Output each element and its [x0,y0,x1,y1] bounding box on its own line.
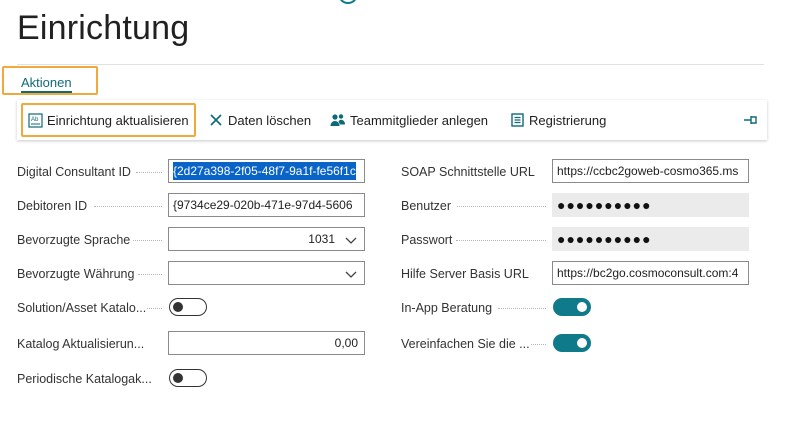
field-label: In-App Beratung [401,301,493,315]
field-label: Hilfe Server Basis URL [401,267,529,281]
field-benutzer: Benutzer [401,193,451,219]
field-in-app: In-App Beratung [401,295,492,321]
field-bevorzugte-sprache: Bevorzugte Sprache [17,227,130,253]
label-dots [457,206,546,207]
field-bevorzugte-waehrung: Bevorzugte Währung [17,261,134,287]
title-divider [17,64,764,65]
label-dots [456,240,546,241]
label-dots [147,308,162,309]
field-vereinfachen: Vereinfachen Sie die ... [401,331,530,357]
field-label: Passwort [401,233,453,247]
help-server-url-input[interactable]: https://bc2go.cosmoconsult.com:4 [552,261,749,285]
top-decoration [338,0,358,4]
pin-button[interactable] [743,100,763,140]
field-solution-asset: Solution/Asset Katalo... [17,295,146,321]
simplify-toggle[interactable] [553,334,591,352]
field-label: Debitoren ID [17,199,88,213]
input-value: {9734ce29-020b-471e-97d4-5606 [173,198,353,212]
chevron-down-icon [345,271,357,278]
registration-label: Registrierung [529,112,607,128]
currency-select[interactable] [168,261,365,285]
toggle-knob [173,302,183,312]
toggle-knob [577,302,587,312]
field-soap-url: SOAP Schnittstelle URL [401,159,535,185]
catalog-update-input[interactable]: 0,00 [168,331,365,355]
select-value: 1031 [308,232,335,246]
field-label: Digital Consultant ID [17,165,131,179]
field-passwort: Passwort [401,227,452,253]
field-debitoren-id: Debitoren ID [17,193,87,219]
tab-actions[interactable]: Aktionen [21,75,72,93]
create-team-members-label: Teammitglieder anlegen [350,112,489,128]
field-periodische: Periodische Katalogak... [17,366,152,392]
field-label: Solution/Asset Katalo... [17,301,147,315]
field-label: Vereinfachen Sie die ... [401,337,530,351]
input-value: 0,00 [334,336,358,350]
field-label: SOAP Schnittstelle URL [401,165,535,179]
field-label: Bevorzugte Sprache [17,233,131,247]
page-title: Einrichtung [17,9,190,47]
periodic-catalog-toggle[interactable] [169,369,207,387]
label-dots [94,206,162,207]
field-label: Bevorzugte Währung [17,267,135,281]
label-dots [138,274,162,275]
field-label: Periodische Katalogak... [17,372,152,386]
selected-value: {2d27a398-2f05-48f7-9a1f-fe56f1c [173,162,356,180]
register-icon [509,112,525,128]
field-label: Benutzer [401,199,452,213]
input-value: https://bc2go.cosmoconsult.com:4 [557,266,739,280]
in-app-consulting-toggle[interactable] [553,298,591,316]
label-dots [498,308,546,309]
delete-data-label: Daten löschen [228,112,312,128]
toggle-knob [577,338,587,348]
toggle-knob [173,373,183,383]
field-hilfe-url: Hilfe Server Basis URL [401,261,529,287]
language-select[interactable]: 1031 [168,227,365,251]
registration-button[interactable]: Registrierung [509,100,606,140]
delete-x-icon [208,112,224,128]
label-dots [531,344,546,345]
field-label: Katalog Aktualisierun... [17,337,145,351]
solution-asset-toggle[interactable] [169,298,207,316]
masked-value: ●●●●●●●●●● [557,231,652,247]
label-dots [133,240,162,241]
label-dots [136,172,162,173]
delete-data-button[interactable]: Daten löschen [208,100,311,140]
pin-icon [743,112,759,128]
input-value: https://ccbc2goweb-cosmo365.ms [557,164,739,178]
digital-consultant-id-input[interactable]: {2d27a398-2f05-48f7-9a1f-fe56f1c [168,159,365,183]
password-field: ●●●●●●●●●● [552,227,749,251]
soap-url-input[interactable]: https://ccbc2goweb-cosmo365.ms [552,159,749,183]
debitoren-id-input[interactable]: {9734ce29-020b-471e-97d4-5606 [168,193,365,217]
field-katalog-aktualisierung: Katalog Aktualisierun... [17,331,144,357]
field-digital-consultant-id: Digital Consultant ID [17,159,131,185]
user-field: ●●●●●●●●●● [552,193,749,217]
people-icon [330,112,346,128]
chevron-down-icon [345,237,357,244]
masked-value: ●●●●●●●●●● [557,197,652,213]
button-highlight-frame [21,103,196,137]
create-team-members-button[interactable]: Teammitglieder anlegen [330,100,488,140]
